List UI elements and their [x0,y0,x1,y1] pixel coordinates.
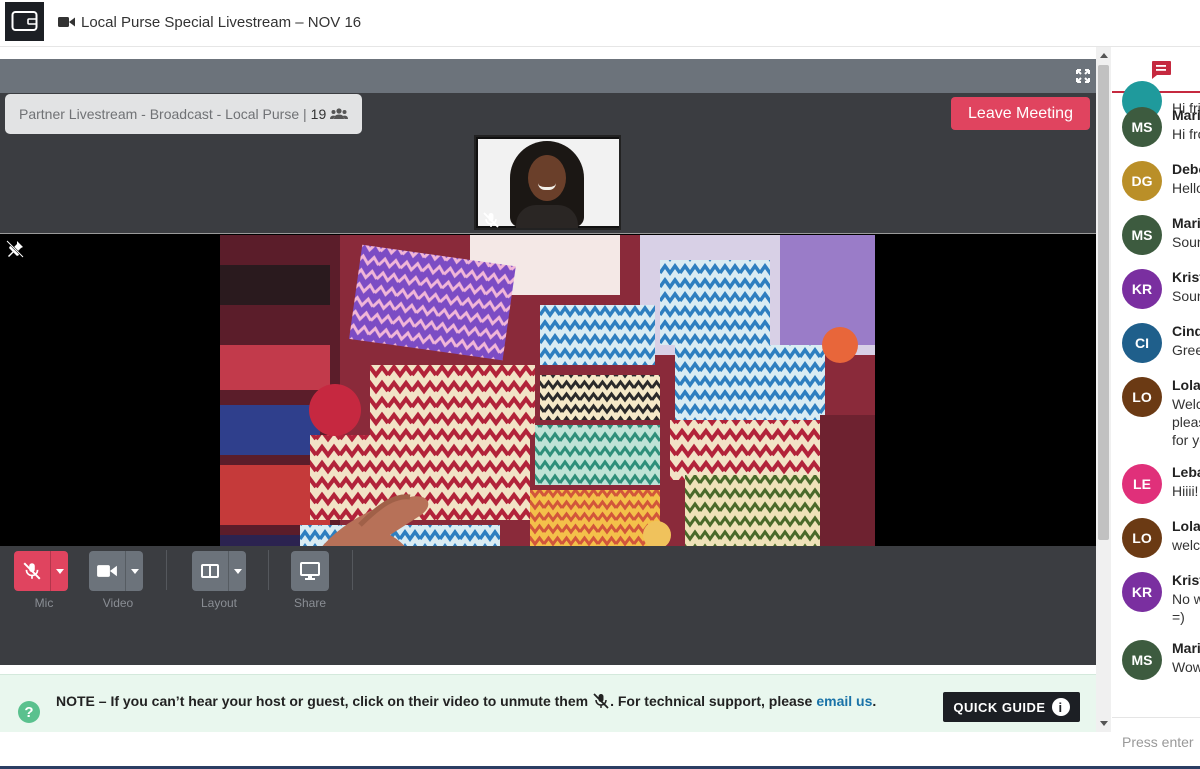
video-label: Video [102,596,134,610]
monitor-icon [300,562,320,580]
chat-sender-name: Mari [1172,640,1200,656]
chat-sender-name: Lola [1172,377,1200,393]
avatar: DG [1122,161,1162,201]
scroll-down-arrow-icon[interactable] [1100,721,1108,726]
video-camera-icon [58,17,75,27]
share-label: Share [293,596,327,610]
wallet-icon[interactable] [5,2,44,41]
app-root: Local Purse Special Livestream – NOV 16 … [0,0,1200,769]
mic-button[interactable] [14,551,68,591]
control-divider [352,550,353,590]
participant-count: 19 [310,106,327,122]
avatar: KR [1122,572,1162,612]
avatar: MS [1122,107,1162,147]
info-icon: i [1051,698,1070,716]
page-title: Local Purse Special Livestream – NOV 16 [81,13,362,31]
video-options-chevron-down-icon[interactable] [125,551,143,591]
chat-message-text: Wow [1172,659,1200,675]
expand-icon[interactable] [1076,69,1090,83]
chat-input-area [1112,717,1200,767]
microphone-slash-icon [593,693,609,709]
chat-sender-name: Cind [1172,323,1200,339]
layout-toggle[interactable] [192,551,228,591]
video-camera-icon [97,565,117,577]
mic-label: Mic [34,596,54,610]
chat-sender-name: Krist [1172,572,1200,588]
users-icon [330,108,349,119]
chat-panel: Hi friMSMariHi froDGDeboHelloMSMariSounK… [1112,47,1200,769]
meeting-label: Partner Livestream - Broadcast - Local P… [19,106,307,122]
avatar: LO [1122,518,1162,558]
host-video-thumbnail[interactable] [474,135,621,230]
note-text: NOTE – If you can’t hear your host or gu… [56,692,876,710]
chat-message-text: Soun [1172,288,1200,304]
microphone-slash-icon [483,212,499,228]
video-button[interactable] [89,551,143,591]
share-toggle[interactable] [291,551,329,591]
control-divider [166,550,167,590]
scroll-up-arrow-icon[interactable] [1100,53,1108,58]
chat-message-text: Hello [1172,180,1200,196]
chat-sender-name: Krist [1172,269,1200,285]
chat-message-text: No w [1172,591,1200,607]
email-us-link[interactable]: email us [816,693,872,709]
avatar: LO [1122,377,1162,417]
chat-message-text: =) [1172,609,1185,625]
video-toggle[interactable] [89,551,125,591]
avatar: MS [1122,640,1162,680]
chat-icon [1152,61,1171,79]
share-button[interactable] [291,551,329,591]
note-suffix: . [872,693,877,709]
note-message: NOTE – If you can’t hear your host or gu… [56,693,589,709]
chat-sender-name: Mari [1172,107,1200,123]
avatar: CI [1122,323,1162,363]
layout-icon [201,564,219,578]
top-bar: Local Purse Special Livestream – NOV 16 [0,0,1200,47]
chat-sender-name: Leba [1172,464,1200,480]
chat-message-text: Hi fro [1172,126,1200,142]
layout-label: Layout [200,596,238,610]
chat-message-input[interactable] [1122,732,1200,752]
avatar: KR [1122,269,1162,309]
quick-guide-button[interactable]: QUICK GUIDE i [943,692,1080,722]
stage-header [0,59,1096,93]
meeting-controls: Mic Video Layout Share [0,546,1096,610]
layout-options-chevron-down-icon[interactable] [228,551,246,591]
note-message-continued: . For technical support, please [610,693,813,709]
avatar: LE [1122,464,1162,504]
chat-message-text: welc [1172,537,1200,553]
page-footer-space [0,732,1110,769]
mic-toggle[interactable] [14,551,50,591]
chat-message-text: for yo [1172,432,1200,448]
mic-options-chevron-down-icon[interactable] [50,551,68,591]
chat-message-text: Gree [1172,342,1200,358]
scrollbar-thumb[interactable] [1098,65,1109,540]
meeting-info-pill: Partner Livestream - Broadcast - Local P… [5,94,363,134]
unpin-icon[interactable] [6,240,24,258]
chat-sender-name: Lola [1172,518,1200,534]
control-divider [268,550,269,590]
window-title: Local Purse Special Livestream – NOV 16 [58,12,361,32]
host-body [516,205,578,228]
chat-message-text: Welc [1172,396,1200,412]
page-scrollbar[interactable] [1096,47,1111,732]
question-circle-icon: ? [18,701,40,723]
avatar: MS [1122,215,1162,255]
layout-button[interactable] [192,551,246,591]
chat-sender-name: Debo [1172,161,1200,177]
leave-meeting-button[interactable]: Leave Meeting [951,97,1090,130]
quick-guide-label: QUICK GUIDE [953,699,1046,715]
chat-message-text: pleas [1172,414,1200,430]
chat-message-text: Soun [1172,234,1200,250]
host-face [528,155,566,201]
microphone-slash-icon [23,562,41,580]
note-bar: ? NOTE – If you can’t hear your host or … [0,674,1096,732]
chat-sender-name: Mari [1172,215,1200,231]
chat-message-text: Hiiii! [1172,483,1199,499]
